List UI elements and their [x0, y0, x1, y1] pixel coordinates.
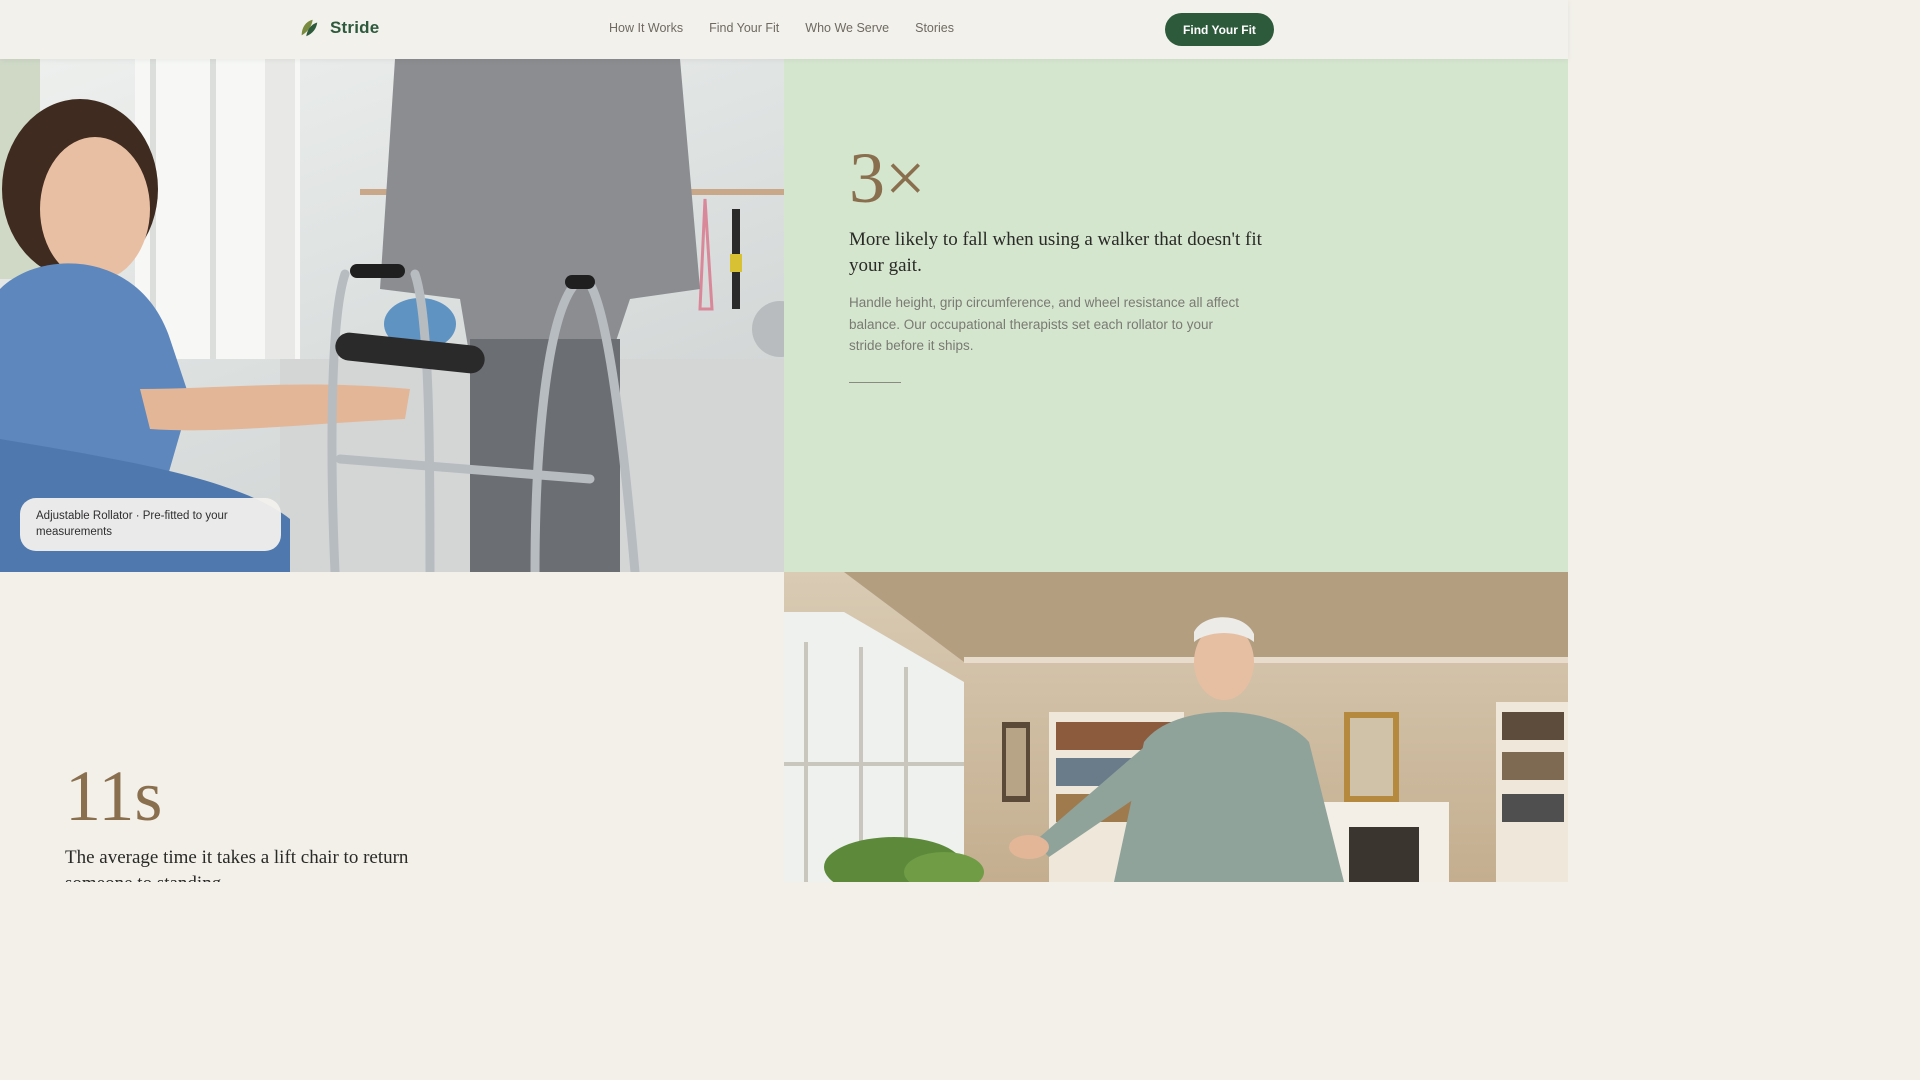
brand-logo[interactable]: Stride — [298, 17, 379, 39]
lift-chair-photo — [784, 572, 1568, 882]
nav-who-we-serve[interactable]: Who We Serve — [805, 21, 889, 35]
stat-figure: 3× — [849, 138, 926, 218]
fall-risk-stat: 3× More likely to fall when using a walk… — [784, 59, 1568, 572]
stat-headline: The average time it takes a lift chair t… — [65, 847, 409, 882]
walker-photo-illustration — [0, 59, 784, 572]
stat-headline: More likely to fall when using a walker … — [849, 229, 1262, 276]
brand-name: Stride — [330, 18, 380, 37]
stat-figure: 11s — [65, 756, 163, 836]
nav-find-your-fit[interactable]: Find Your Fit — [709, 21, 779, 35]
find-your-fit-button[interactable]: Find Your Fit — [1165, 13, 1274, 46]
divider — [849, 382, 901, 383]
site-header: Stride How It Works Find Your Fit Who We… — [0, 0, 1568, 59]
walker-fitting-photo: Adjustable Rollator · Pre-fitted to your… — [0, 59, 784, 572]
nav-stories[interactable]: Stories — [915, 21, 954, 35]
living-room-illustration — [784, 572, 1568, 882]
main-nav: How It Works Find Your Fit Who We Serve … — [609, 21, 954, 35]
stat-description: Handle height, grip circumference, and w… — [849, 295, 1239, 353]
nav-how-it-works[interactable]: How It Works — [609, 21, 683, 35]
product-caption: Adjustable Rollator · Pre-fitted to your… — [20, 498, 281, 551]
lift-chair-stat: 11s The average time it takes a lift cha… — [0, 572, 784, 882]
leaf-icon — [298, 17, 320, 39]
